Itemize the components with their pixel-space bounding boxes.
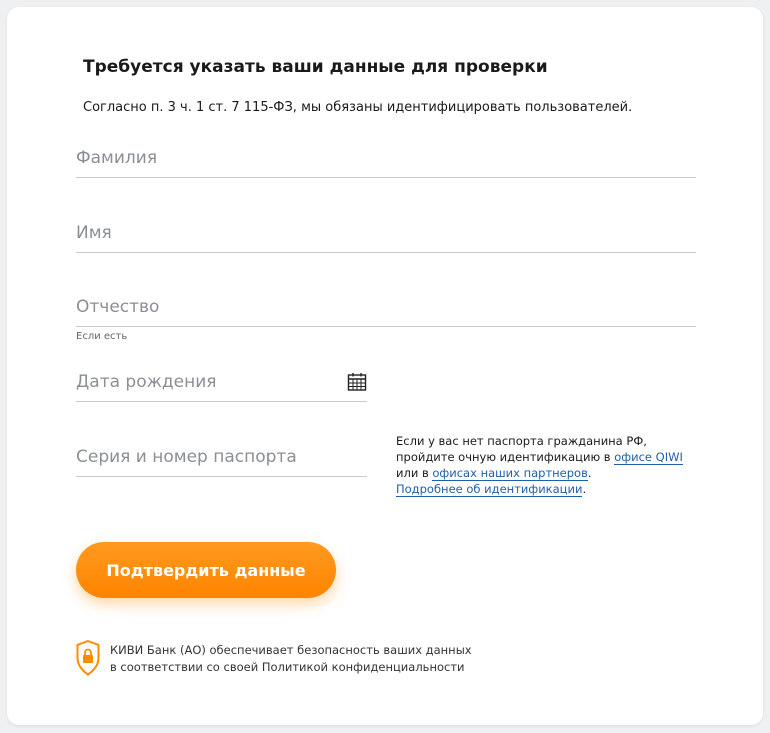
last-name-field [76,143,696,178]
passport-field [76,442,367,477]
form-subtitle: Согласно п. 3 ч. 1 ст. 7 115-ФЗ, мы обяз… [83,100,633,115]
qiwi-office-link[interactable]: офисе QIWI [614,450,683,465]
calendar-icon[interactable] [347,372,367,392]
confirm-data-button[interactable]: Подтвердить данные [76,542,336,598]
patronymic-input[interactable] [76,292,696,322]
security-notice: КИВИ Банк (АО) обеспечивает безопасность… [110,642,472,676]
patronymic-field [76,292,696,327]
birth-date-input[interactable] [76,367,336,397]
patronymic-hint: Если есть [76,331,128,342]
info-text-4: . [582,482,587,496]
first-name-field [76,218,696,253]
first-name-input[interactable] [76,218,696,248]
passport-info: Если у вас нет паспорта гражданина РФ, п… [396,433,696,497]
last-name-input[interactable] [76,143,696,173]
passport-input[interactable] [76,442,367,472]
info-text-2: или в [396,466,433,480]
identification-card: Требуется указать ваши данные для провер… [7,7,763,725]
birth-date-field [76,367,367,402]
partner-offices-link[interactable]: офисах наших партнеров [432,466,588,481]
security-notice-line-1: КИВИ Банк (АО) обеспечивает безопасность… [110,643,472,657]
security-notice-line-2: в соответствии со своей Политикой конфид… [110,660,465,674]
identification-details-link[interactable]: Подробнее об идентификации [396,482,583,497]
form-title: Требуется указать ваши данные для провер… [83,57,548,77]
shield-lock-icon [76,639,100,676]
info-text-1: Если у вас нет паспорта гражданина РФ, п… [396,434,647,464]
info-text-3: . [587,466,592,480]
